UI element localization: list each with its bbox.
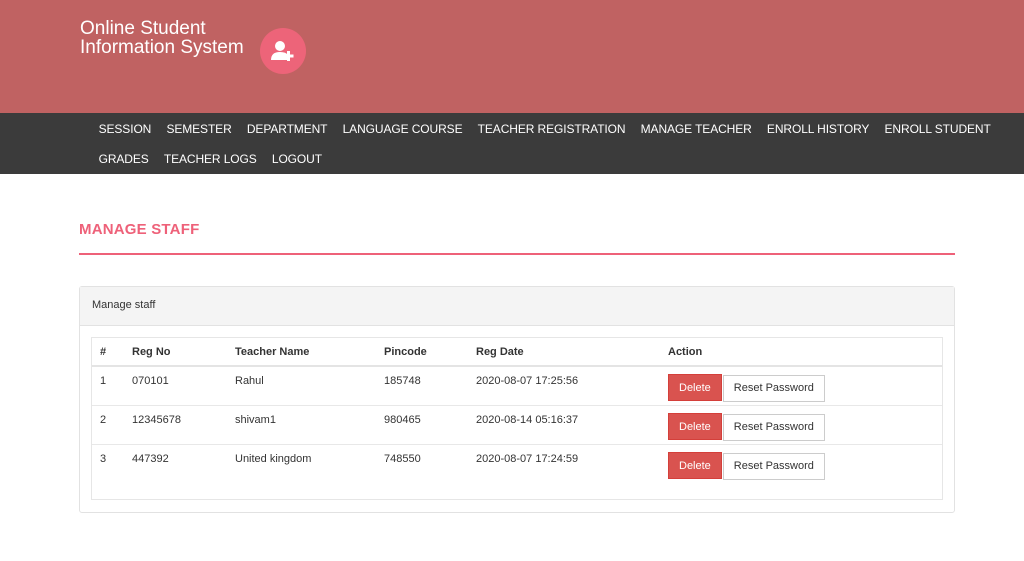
header-teacher-name: Teacher Name [227, 338, 376, 367]
cell-reg-date: 2020-08-07 17:24:59 [476, 452, 579, 465]
header-pincode: Pincode [376, 338, 468, 367]
cell-pincode: 748550 [384, 452, 421, 465]
cell-action: Delete Reset Password [660, 444, 942, 483]
nav-enroll-history[interactable]: ENROLL HISTORY [759, 122, 877, 136]
header-action: Action [660, 338, 942, 367]
nav-manage-teacher[interactable]: MANAGE TEACHER [633, 122, 759, 136]
cell-teacher-name: shivam1 [227, 405, 376, 445]
reset-password-button[interactable]: Reset Password [722, 452, 825, 480]
cell-reg-date: 2020-08-14 05:16:37 [468, 405, 660, 445]
cell-reg-no: 12345678 [124, 405, 227, 445]
cell-teacher-name: Rahul [227, 366, 376, 406]
nav-row-1: SESSION SEMESTER DEPARTMENT LANGUAGE COU… [91, 113, 1024, 144]
manage-staff-panel: Manage staff # Reg No Teacher Name Pinco… [79, 286, 955, 513]
table-row: 3 447392 United kingdom 748550 2020-08-0… [92, 444, 942, 483]
staff-table-wrapper: # Reg No Teacher Name Pincode Reg Date A… [91, 337, 943, 500]
header-reg-date: Reg Date [468, 338, 660, 367]
nav-department[interactable]: DEPARTMENT [239, 122, 335, 136]
cell-num: 2 [92, 405, 124, 445]
site-header: Online Student Information System [0, 0, 1024, 113]
nav-logout[interactable]: LOGOUT [264, 152, 329, 166]
reset-password-button[interactable]: Reset Password [722, 413, 825, 441]
main-navbar: SESSION SEMESTER DEPARTMENT LANGUAGE COU… [0, 113, 1024, 174]
nav-semester[interactable]: SEMESTER [159, 122, 239, 136]
cell-reg-no: 070101 [124, 366, 227, 406]
delete-button[interactable]: Delete [668, 412, 722, 440]
nav-row-2: GRADES TEACHER LOGS LOGOUT [91, 144, 1024, 174]
cell-action: Delete Reset Password [660, 366, 942, 406]
site-title-line2: Information System [80, 37, 244, 58]
cell-teacher-name: United kingdom [235, 452, 312, 465]
nav-teacher-registration[interactable]: TEACHER REGISTRATION [470, 122, 633, 136]
header-reg-no: Reg No [124, 338, 227, 367]
site-title: Online Student Information System [80, 19, 244, 57]
table-row: 1 070101 Rahul 185748 2020-08-07 17:25:5… [92, 366, 942, 406]
delete-button[interactable]: Delete [668, 374, 722, 401]
panel-body: # Reg No Teacher Name Pincode Reg Date A… [80, 326, 954, 500]
nav-teacher-logs[interactable]: TEACHER LOGS [156, 152, 264, 166]
delete-button[interactable]: Delete [668, 451, 722, 479]
cell-num: 3 [100, 452, 107, 465]
cell-pincode: 980465 [376, 405, 468, 445]
main-content: MANAGE STAFF Manage staff # Reg No Teach… [0, 221, 1024, 513]
nav-grades[interactable]: GRADES [91, 152, 156, 166]
page-title: MANAGE STAFF [79, 221, 200, 238]
reset-password-button[interactable]: Reset Password [722, 375, 825, 402]
cell-reg-date: 2020-08-07 17:25:56 [468, 366, 660, 406]
cell-reg-no: 447392 [132, 452, 169, 465]
staff-table: # Reg No Teacher Name Pincode Reg Date A… [92, 338, 942, 483]
nav-enroll-student[interactable]: ENROLL STUDENT [877, 122, 998, 136]
nav-session[interactable]: SESSION [91, 122, 159, 136]
table-header-row: # Reg No Teacher Name Pincode Reg Date A… [92, 338, 942, 367]
table-row: 2 12345678 shivam1 980465 2020-08-14 05:… [92, 405, 942, 445]
nav-language-course[interactable]: LANGUAGE COURSE [335, 122, 470, 136]
title-divider [79, 253, 955, 255]
user-plus-icon [260, 28, 306, 74]
site-title-line1: Online Student [80, 18, 206, 39]
header-num: # [92, 338, 124, 367]
cell-pincode: 185748 [376, 366, 468, 406]
panel-heading: Manage staff [80, 287, 954, 326]
cell-num: 1 [92, 366, 124, 406]
cell-action: Delete Reset Password [660, 405, 942, 445]
